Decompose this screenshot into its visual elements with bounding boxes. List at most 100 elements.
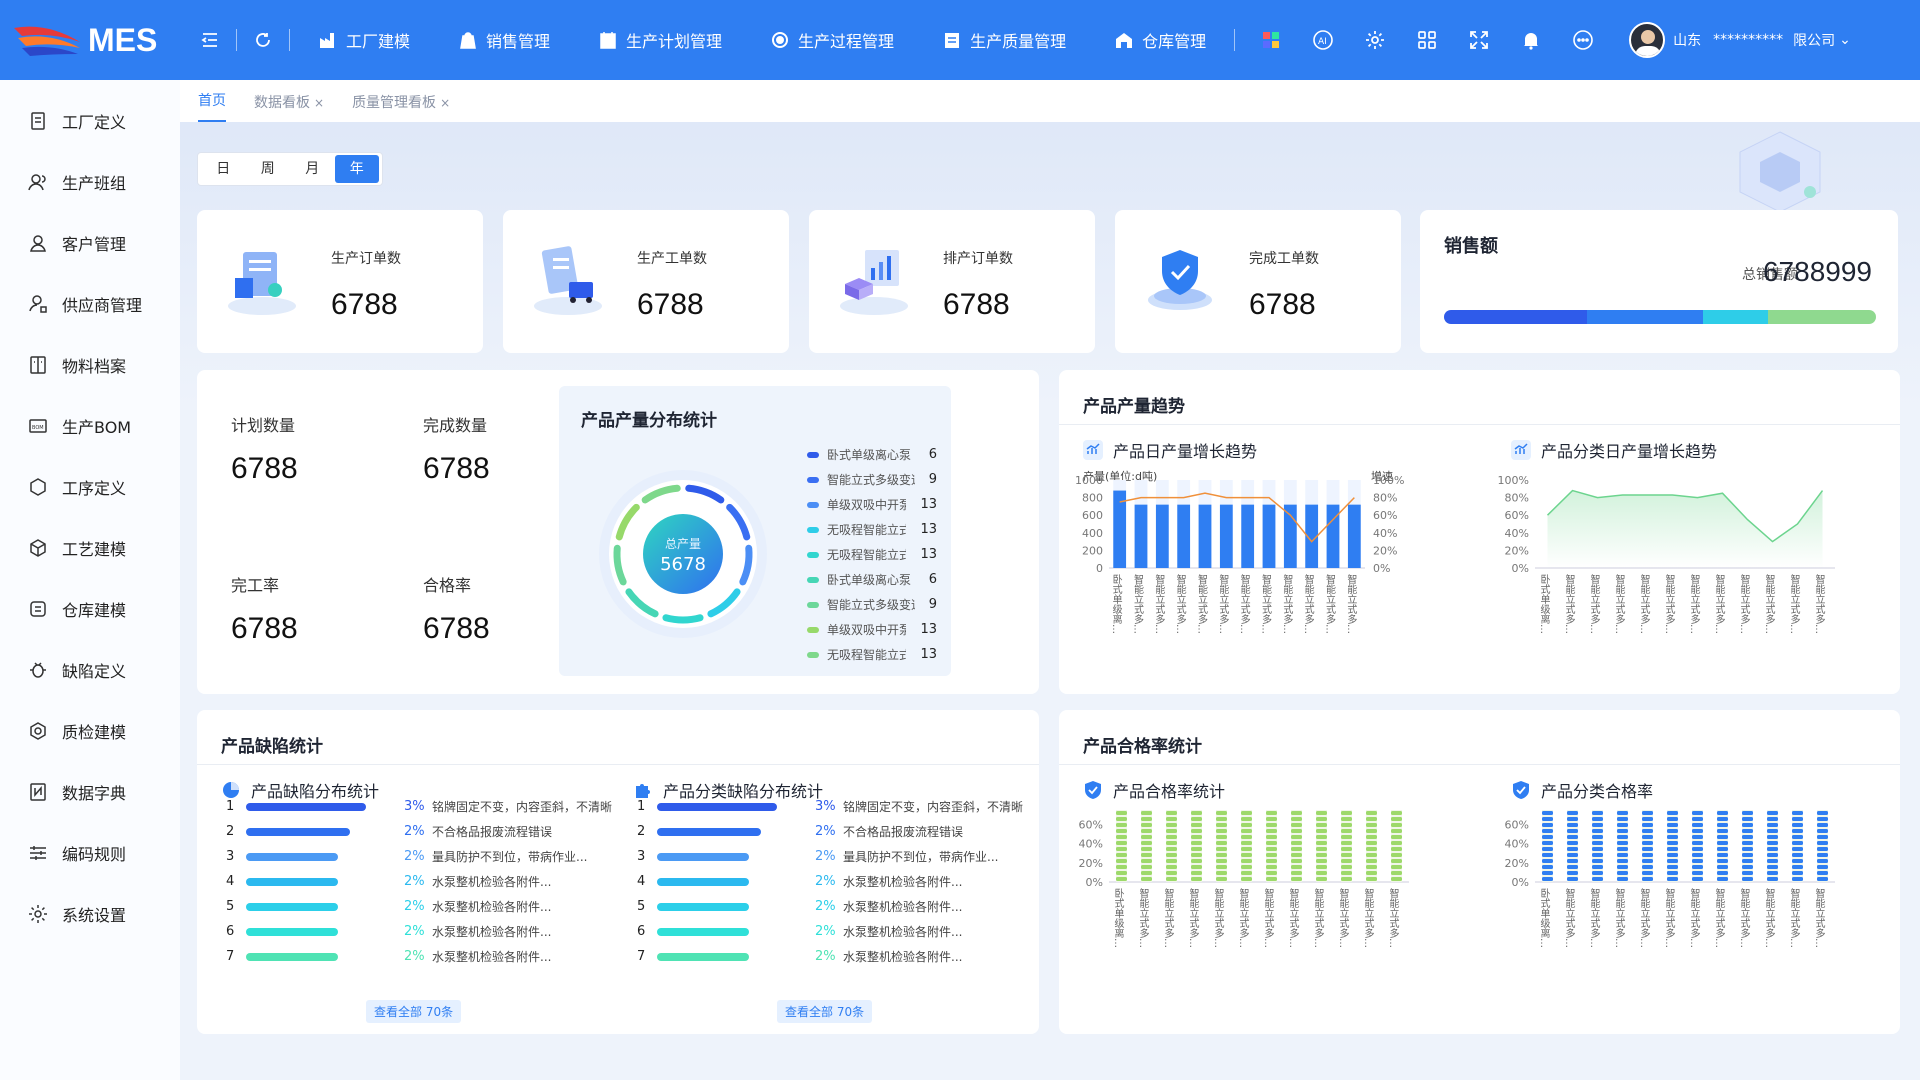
range-week[interactable]: 周 (246, 155, 291, 183)
close-icon[interactable]: × (314, 96, 324, 110)
ai-assistant-icon[interactable]: AI (1311, 28, 1335, 52)
bar-segment (1216, 865, 1227, 869)
bar-segment (1692, 811, 1703, 815)
bar-segment (1642, 859, 1653, 863)
bar-segment (1817, 829, 1828, 833)
sidebar-item-coding-rules[interactable]: 编码规则 (0, 822, 180, 883)
category-label: 智能立式多… (1362, 887, 1374, 948)
more-icon[interactable] (1571, 28, 1595, 52)
menu-collapse-icon[interactable] (198, 28, 222, 52)
sidebar-item-customer-management[interactable]: 客户管理 (0, 212, 180, 273)
legend-value: 13 (920, 647, 937, 662)
bar (1134, 504, 1148, 568)
settings-icon[interactable] (1363, 28, 1387, 52)
range-year[interactable]: 年 (334, 155, 379, 183)
view-all-button[interactable]: 查看全部 70条 (366, 1000, 462, 1023)
sidebar-item-production-team[interactable]: 生产班组 (0, 151, 180, 212)
app-logo[interactable]: MES (0, 20, 190, 60)
shield-check-icon (1513, 781, 1529, 799)
sidebar-item-material-archive[interactable]: 物料档案 (0, 334, 180, 395)
defect-description: 水泵整机检验各附件... (432, 950, 552, 964)
bar-segment (1216, 847, 1227, 851)
quality-icon (945, 33, 960, 48)
quality-right-title: 产品分类合格率 (1511, 778, 1653, 802)
range-month[interactable]: 月 (290, 155, 335, 183)
sidebar-item-warehouse-modeling[interactable]: 仓库建模 (0, 578, 180, 639)
bar-segment (1116, 817, 1127, 821)
sidebar-item-craft-modeling[interactable]: 工艺建模 (0, 517, 180, 578)
bar-segment (1116, 811, 1127, 815)
sidebar-item-system-settings[interactable]: 系统设置 (0, 883, 180, 944)
bar-segment (1667, 841, 1678, 845)
defect-rank: 6 (226, 924, 235, 939)
fullscreen-icon[interactable] (1467, 28, 1491, 52)
inspection-icon (30, 721, 46, 740)
legend-item: 无吸程智能立式多级... 13 (807, 517, 937, 542)
defect-bar (246, 827, 350, 836)
bar-chart-icon (1511, 440, 1531, 460)
legend-label: 卧式单级离心泵 (827, 448, 912, 462)
nav-production-quality[interactable]: 生产质量管理 (942, 28, 1066, 52)
defect-percent: 2% (815, 824, 836, 839)
bar-segment (1817, 811, 1828, 815)
view-all-button[interactable]: 查看全部 70条 (777, 1000, 873, 1023)
category-label: 卧式单级离… (1112, 887, 1124, 948)
legend-swatch (807, 501, 819, 508)
apps-grid-icon[interactable] (1415, 28, 1439, 52)
app-color-icon[interactable] (1259, 28, 1283, 52)
category-label: 智能立式多… (1738, 573, 1750, 634)
nav-sales[interactable]: 销售管理 (458, 28, 550, 52)
sidebar-item-factory-definition[interactable]: 工厂定义 (0, 90, 180, 151)
refresh-icon[interactable] (251, 28, 275, 52)
bell-icon[interactable] (1519, 28, 1543, 52)
nav-production-plan[interactable]: 生产计划管理 (598, 28, 722, 52)
bar-segment (1291, 817, 1302, 821)
bar-segment (1316, 823, 1327, 827)
order-illustration-icon (228, 252, 296, 315)
category-label: 智能立式多… (1337, 887, 1349, 948)
shield-illustration-icon (1148, 250, 1212, 310)
y2-tick: 80% (1373, 492, 1397, 505)
bar-segment (1592, 859, 1603, 863)
bar-segment (1366, 847, 1377, 851)
nav-production-process[interactable]: 生产过程管理 (770, 28, 894, 52)
user-menu[interactable]: 山东 ********** 限公司 ⌄ (1629, 22, 1851, 58)
bar-segment (1116, 841, 1127, 845)
bar-segment (1266, 823, 1277, 827)
close-icon[interactable]: × (440, 96, 450, 110)
bar-segment (1692, 829, 1703, 833)
nav-factory-modeling[interactable]: 工厂建模 (318, 28, 410, 52)
bar-segment (1792, 835, 1803, 839)
defect-rank: 7 (637, 949, 646, 964)
bar-segment (1341, 853, 1352, 857)
bar-segment (1617, 871, 1628, 875)
category-label: 智能立式多… (1196, 573, 1208, 634)
trend-title: 产品产量趋势 (1083, 397, 1185, 417)
sidebar-item-data-dictionary[interactable]: 数据字典 (0, 761, 180, 822)
donut-slice (662, 614, 704, 624)
axis-tick: 1000 (1075, 474, 1103, 487)
bar-segment (1241, 877, 1252, 881)
sidebar-item-inspection-modeling[interactable]: 质检建模 (0, 700, 180, 761)
time-range-selector: 日 周 月 年 (197, 152, 383, 186)
legend-value: 13 (920, 497, 937, 512)
nav-warehouse[interactable]: 仓库管理 (1114, 28, 1206, 52)
sidebar-item-defect-definition[interactable]: 缺陷定义 (0, 639, 180, 700)
bar (1198, 504, 1212, 568)
sidebar-item-supplier-management[interactable]: 供应商管理 (0, 273, 180, 334)
legend-swatch (807, 551, 819, 558)
bar-segment (1742, 859, 1753, 863)
defect-description: 铭牌固定不变，内容歪斜，不清晰 (843, 800, 1024, 814)
bar-segment (1266, 835, 1277, 839)
sidebar-item-process-definition[interactable]: 工序定义 (0, 456, 180, 517)
range-day[interactable]: 日 (201, 155, 246, 183)
defect-bar (657, 952, 749, 961)
bar-segment (1291, 859, 1302, 863)
bar-segment (1391, 877, 1402, 881)
tab-quality-board[interactable]: 质量管理看板 × (352, 92, 450, 122)
tab-home[interactable]: 首页 (198, 90, 226, 122)
stat-label-completion-rate: 完工率 (231, 576, 280, 595)
tab-data-board[interactable]: 数据看板 × (254, 92, 324, 122)
defect-bar (657, 902, 749, 911)
sidebar-item-production-bom[interactable]: BOM 生产BOM (0, 395, 180, 456)
